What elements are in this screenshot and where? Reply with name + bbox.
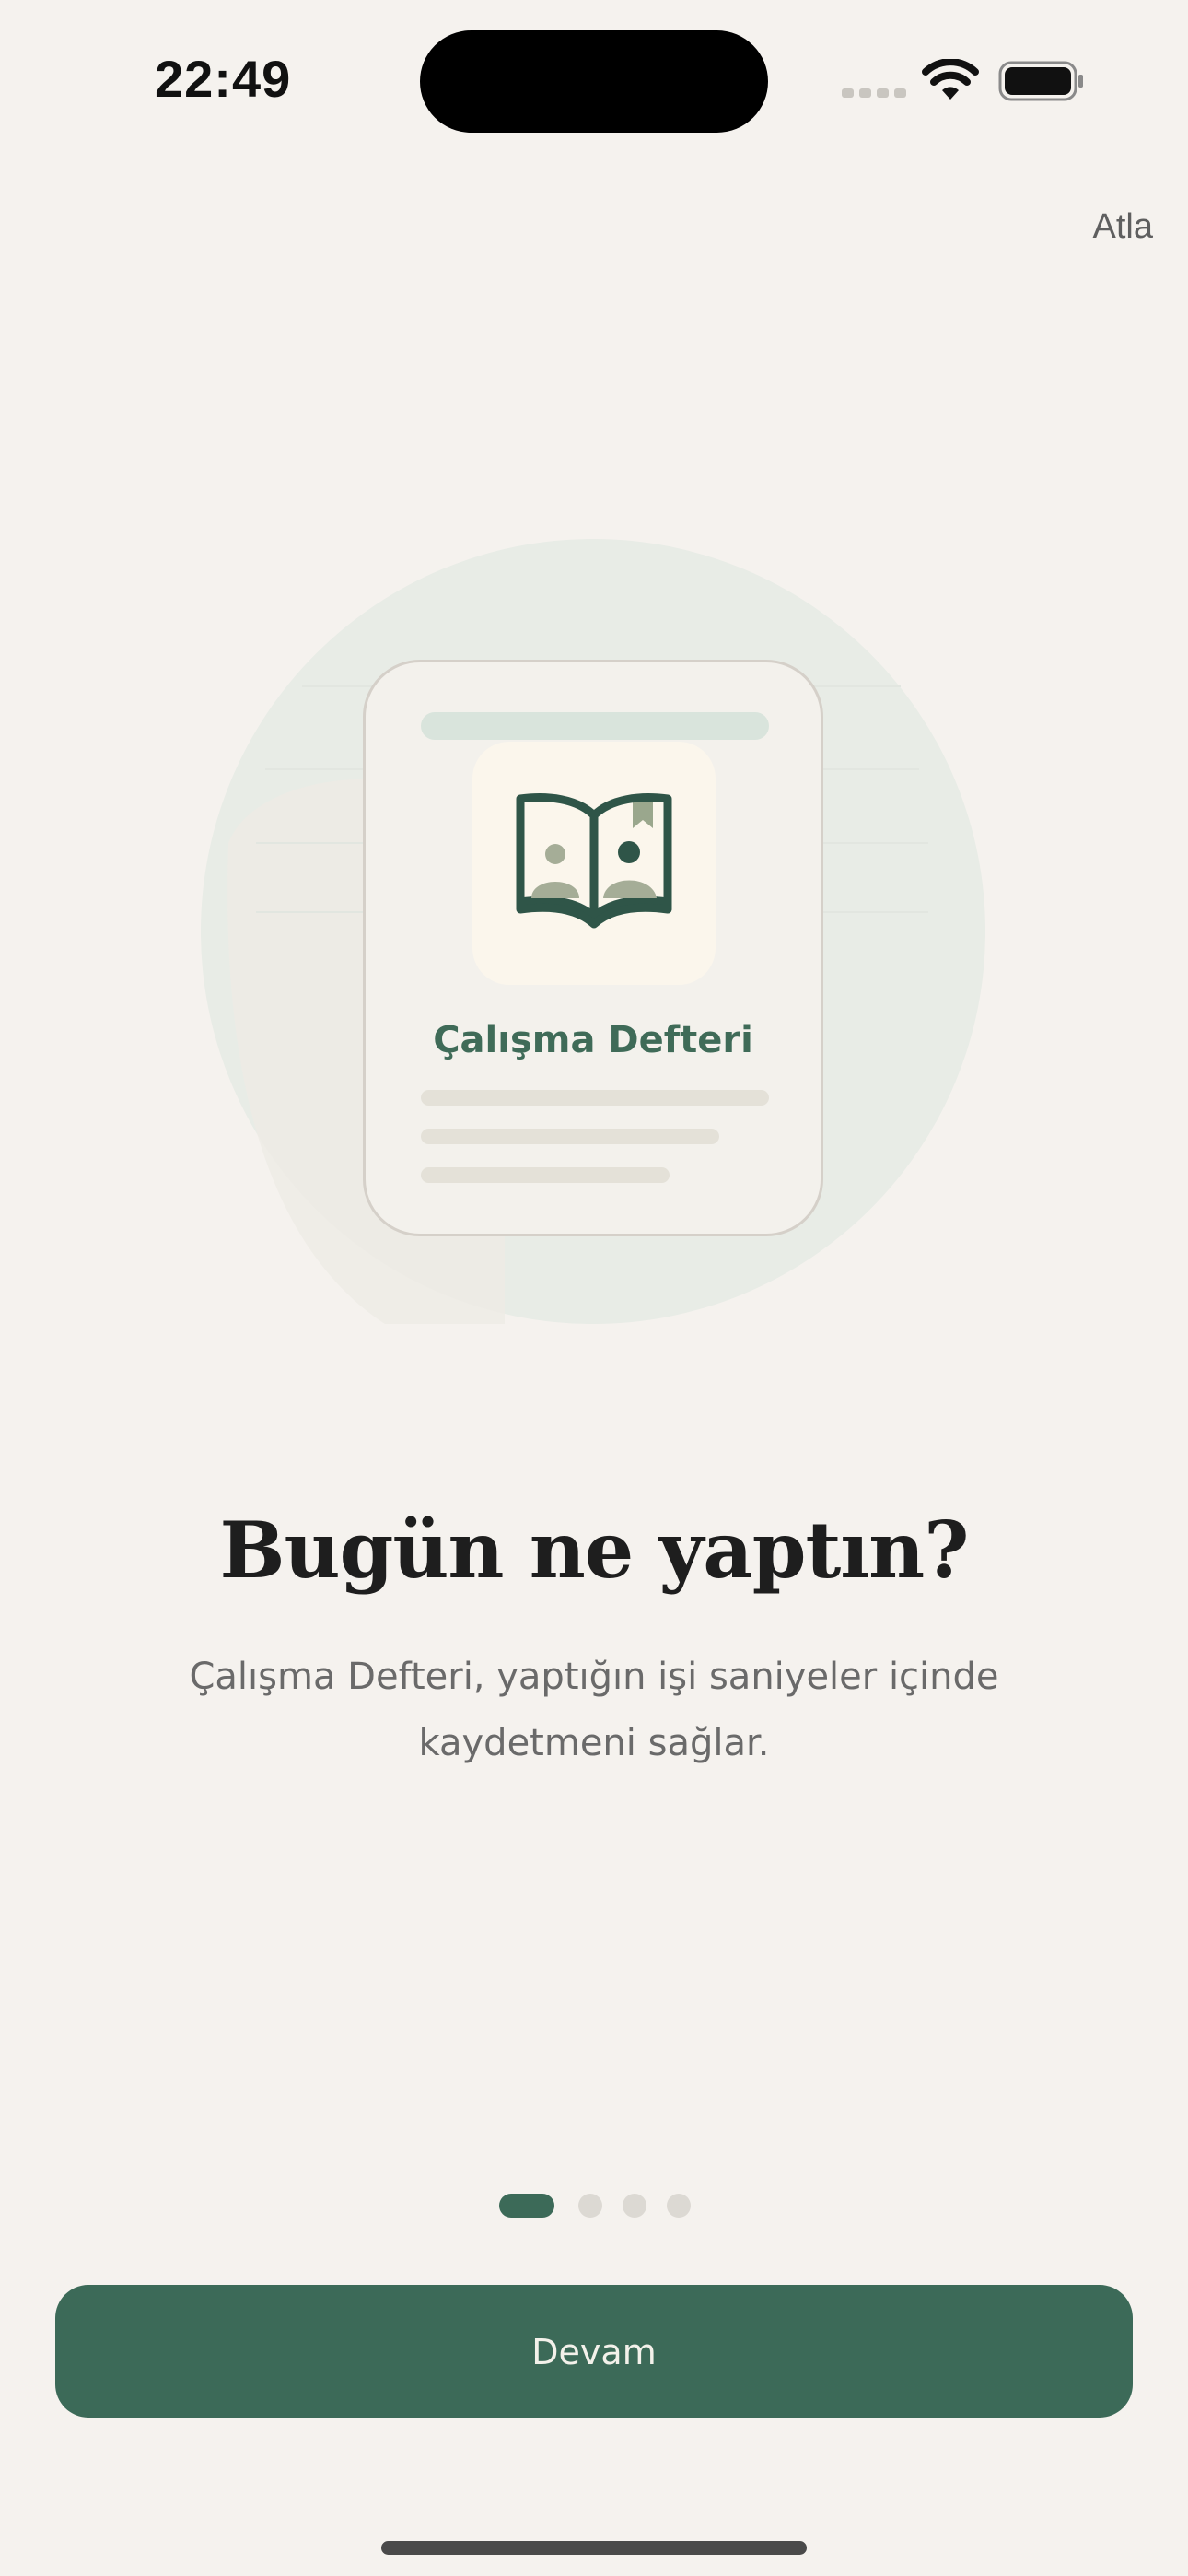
battery-icon — [998, 61, 1083, 101]
wifi-icon — [922, 59, 979, 100]
page-description: Çalışma Defteri, yaptığın işi saniyeler … — [189, 1656, 999, 1764]
card-text-line — [421, 1129, 719, 1144]
card-header-bar — [421, 712, 769, 740]
page-dot[interactable] — [623, 2194, 646, 2218]
skip-button[interactable]: Atla — [1093, 205, 1153, 249]
app-icon-tile — [472, 742, 716, 985]
signal-icon — [842, 88, 906, 98]
home-indicator[interactable] — [381, 2541, 807, 2555]
book-with-people-icon — [516, 793, 672, 929]
page-title: Bugün ne yaptın? — [219, 1505, 970, 1596]
page-dot[interactable] — [667, 2194, 691, 2218]
card-title: Çalışma Defteri — [433, 1019, 753, 1061]
page-dot-active[interactable] — [499, 2194, 554, 2218]
status-bar-time: 22:49 — [155, 50, 292, 108]
card-text-line — [421, 1090, 769, 1106]
notebook-card: Çalışma Defteri — [363, 660, 823, 1236]
card-text-line — [421, 1167, 670, 1183]
dynamic-island — [420, 30, 768, 133]
page-dot[interactable] — [578, 2194, 602, 2218]
onboarding-illustration: Çalışma Defteri — [201, 539, 985, 1324]
continue-button[interactable]: Devam — [55, 2285, 1133, 2418]
page-indicator — [499, 2194, 702, 2218]
